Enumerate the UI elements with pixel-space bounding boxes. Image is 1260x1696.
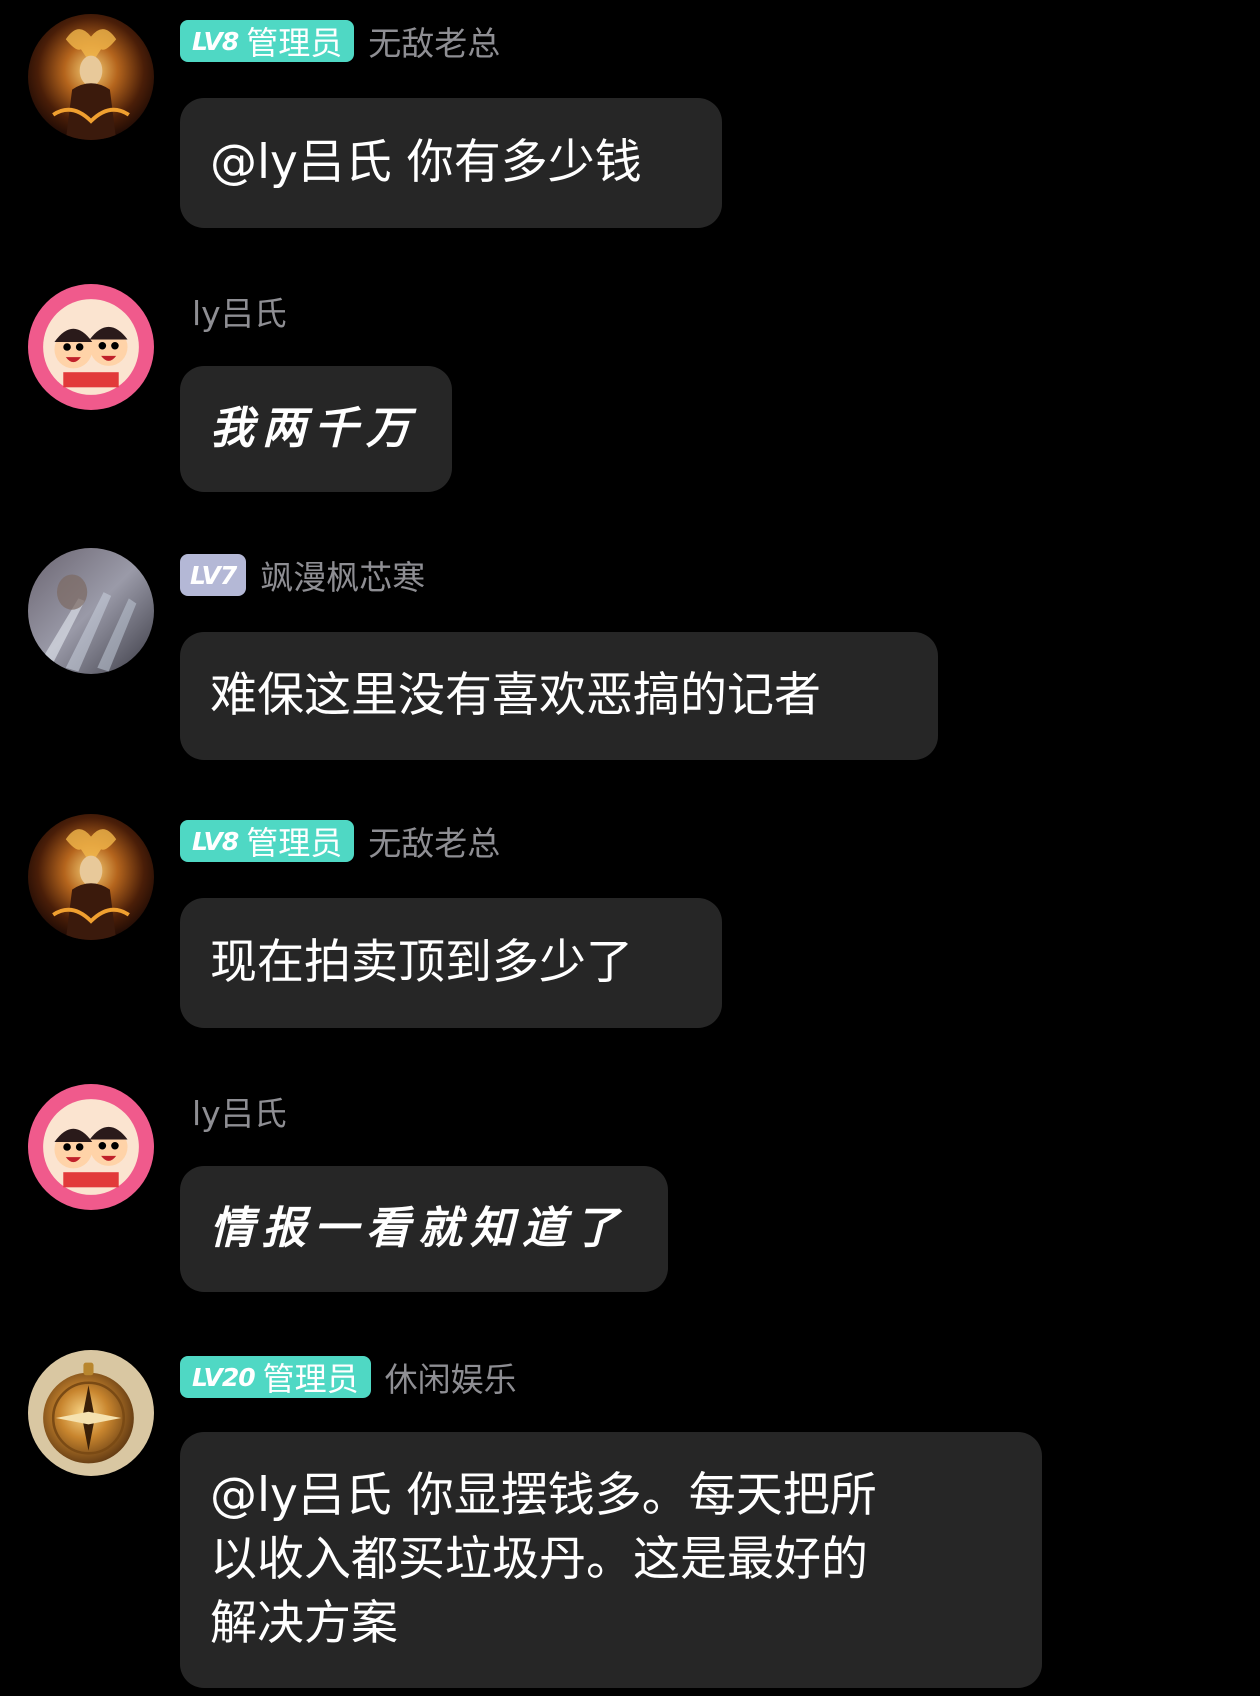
demon-warrior-avatar[interactable] bbox=[28, 14, 154, 140]
admin-level-badge: LV8 管理员 bbox=[180, 820, 355, 862]
username[interactable]: ly吕氏 bbox=[192, 287, 287, 335]
role-label: 管理员 bbox=[246, 24, 343, 62]
blurry-photo-avatar[interactable] bbox=[28, 548, 154, 674]
message-bubble[interactable]: @ly吕氏 你有多少钱 bbox=[180, 98, 722, 228]
message-bubble[interactable]: 情报一看就知道了 bbox=[180, 1166, 668, 1292]
level-label: LV7 bbox=[190, 560, 237, 590]
message-header: LV7 飒漫枫芯寒 bbox=[180, 552, 425, 598]
username[interactable]: 飒漫枫芯寒 bbox=[260, 551, 425, 599]
message-bubble[interactable]: 难保这里没有喜欢恶搞的记者 bbox=[180, 632, 938, 760]
message-bubble[interactable]: 我两千万 bbox=[180, 366, 452, 492]
message-text: 现在拍卖顶到多少了 bbox=[210, 935, 633, 990]
level-label: LV20 bbox=[192, 1362, 256, 1392]
message-text: 难保这里没有喜欢恶搞的记者 bbox=[210, 668, 821, 723]
message-header: LV20 管理员 休闲娱乐 bbox=[180, 1354, 517, 1400]
username[interactable]: 无敌老总 bbox=[368, 17, 500, 65]
cartoon-kids-avatar[interactable] bbox=[28, 284, 154, 410]
message-text: @ly吕氏 你有多少钱 bbox=[210, 135, 642, 190]
admin-level-badge: LV20 管理员 bbox=[180, 1356, 371, 1398]
message-bubble[interactable]: @ly吕氏 你显摆钱多。每天把所 以收入都买垃圾丹。这是最好的 解决方案 bbox=[180, 1432, 1042, 1688]
compass-avatar[interactable] bbox=[28, 1350, 154, 1476]
message-text: @ly吕氏 你显摆钱多。每天把所 以收入都买垃圾丹。这是最好的 解决方案 bbox=[210, 1468, 877, 1651]
admin-level-badge: LV8 管理员 bbox=[180, 20, 355, 62]
message-text: 我两千万 bbox=[210, 403, 418, 454]
message-header: ly吕氏 bbox=[180, 1088, 287, 1134]
cartoon-kids-avatar[interactable] bbox=[28, 1084, 154, 1210]
username[interactable]: ly吕氏 bbox=[192, 1087, 287, 1135]
message-header: LV8 管理员 无敌老总 bbox=[180, 818, 500, 864]
level-badge: LV7 bbox=[180, 554, 247, 596]
level-label: LV8 bbox=[192, 826, 239, 856]
demon-warrior-avatar[interactable] bbox=[28, 814, 154, 940]
message-bubble[interactable]: 现在拍卖顶到多少了 bbox=[180, 898, 722, 1028]
message-header: LV8 管理员 无敌老总 bbox=[180, 18, 500, 64]
message-text: 情报一看就知道了 bbox=[210, 1203, 626, 1254]
message-header: ly吕氏 bbox=[180, 288, 287, 334]
username[interactable]: 无敌老总 bbox=[368, 817, 500, 865]
role-label: 管理员 bbox=[262, 1360, 359, 1398]
role-label: 管理员 bbox=[246, 824, 343, 862]
level-label: LV8 bbox=[192, 26, 239, 56]
username[interactable]: 休闲娱乐 bbox=[385, 1353, 517, 1401]
